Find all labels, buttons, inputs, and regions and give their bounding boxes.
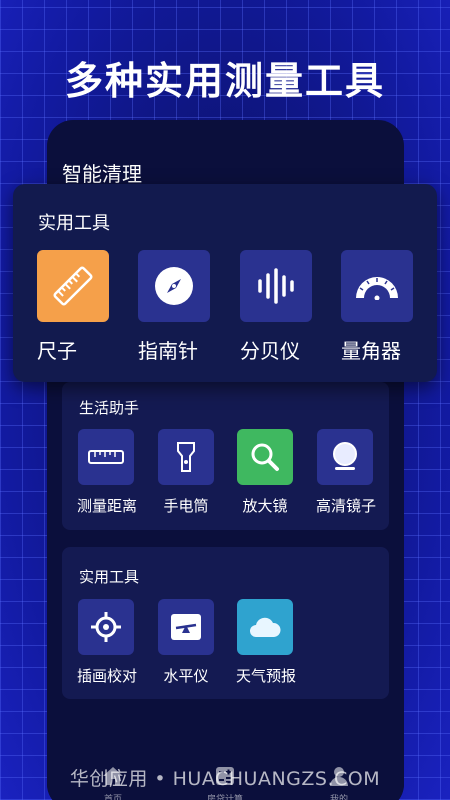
protractor-icon (341, 250, 413, 322)
tool-ruler[interactable]: 尺子 (37, 250, 117, 364)
tool-weather[interactable]: 天气预报 (236, 599, 296, 686)
featured-tools-card: 实用工具 尺子 指南针 分贝仪 量角器 (13, 184, 437, 382)
promo-headline: 多种实用测量工具 (64, 59, 385, 103)
app-title: 智能清理 (62, 162, 142, 186)
tool-flashlight[interactable]: 手电筒 (157, 429, 215, 516)
card-title: 实用工具 (38, 213, 110, 234)
section-practical-tools: 实用工具 插画校对 水平仪 天气预报 (62, 547, 389, 699)
tool-level[interactable]: 水平仪 (157, 599, 215, 686)
tool-protractor[interactable]: 量角器 (341, 250, 421, 364)
weather-cloud-icon (237, 599, 293, 655)
tool-illustration-proof[interactable]: 插画校对 (77, 599, 137, 686)
tool-compass[interactable]: 指南针 (138, 250, 218, 364)
ruler-icon (37, 250, 109, 322)
mirror-icon (317, 429, 373, 485)
watermark: 华创应用 • HUACHUANGZS.COM (69, 768, 381, 790)
decibel-icon (240, 250, 312, 322)
compass-icon (138, 250, 210, 322)
magnifier-icon (237, 429, 293, 485)
tool-measure-distance[interactable]: 测量距离 (77, 429, 137, 516)
flashlight-icon (158, 429, 214, 485)
section-title: 实用工具 (79, 568, 140, 586)
section-title: 生活助手 (79, 399, 140, 417)
section-life-helper: 生活助手 测量距离 手电筒 放大镜 高清镜子 (62, 382, 389, 530)
tool-mirror[interactable]: 高清镜子 (316, 429, 376, 516)
tool-magnifier[interactable]: 放大镜 (236, 429, 294, 516)
crosshair-icon (78, 599, 134, 655)
tape-measure-icon (78, 429, 134, 485)
level-icon (158, 599, 214, 655)
tool-decibel[interactable]: 分贝仪 (240, 250, 320, 364)
